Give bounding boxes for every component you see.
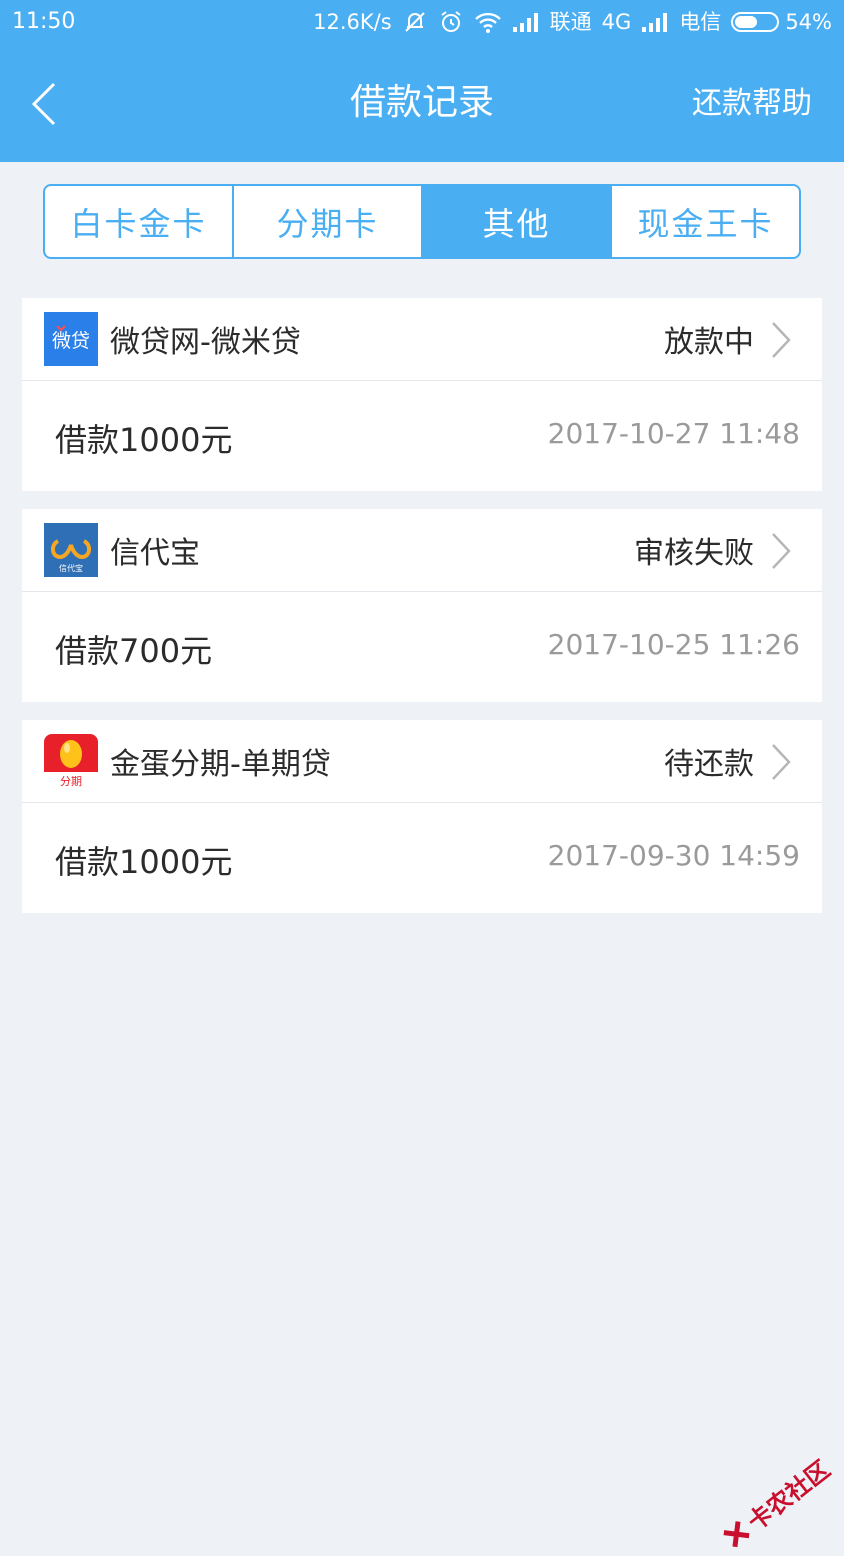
loan-status: 审核失败 [634, 536, 754, 571]
xindaibao-logo: 信代宝 [44, 523, 98, 577]
tab-baika-jinka[interactable]: 白卡金卡 [45, 186, 234, 257]
svg-text:分期: 分期 [60, 775, 82, 788]
watermark-text: 卡农社区 [742, 1455, 836, 1537]
loan-card[interactable]: 分期 金蛋分期-单期贷 待还款 借款1000元 2017-09-30 14:59 [22, 720, 822, 913]
network-speed: 12.6K/s [313, 10, 392, 34]
loan-card[interactable]: 微贷 微贷网-微米贷 放款中 借款1000元 2017-10-27 11:48 [22, 298, 822, 491]
loan-card-header: 信代宝 信代宝 审核失败 [22, 509, 822, 592]
repayment-help-link[interactable]: 还款帮助 [692, 82, 812, 126]
loan-card-body: 借款1000元 2017-09-30 14:59 [22, 803, 822, 913]
carrier-1: 联通 [549, 10, 592, 34]
loan-card[interactable]: 信代宝 信代宝 审核失败 借款700元 2017-10-25 11:26 [22, 509, 822, 702]
loan-card-body: 借款1000元 2017-10-27 11:48 [22, 381, 822, 491]
loan-card-header: 微贷 微贷网-微米贷 放款中 [22, 298, 822, 381]
lender-name: 金蛋分期-单期贷 [110, 747, 331, 782]
lender-name: 信代宝 [110, 536, 200, 571]
loan-date: 2017-10-25 11:26 [547, 628, 800, 661]
carrier-2: 电信 [679, 10, 722, 34]
category-tabs: 白卡金卡 分期卡 其他 现金王卡 [43, 184, 801, 259]
loan-date: 2017-09-30 14:59 [547, 839, 800, 872]
wifi-icon [474, 10, 502, 34]
tab-qita[interactable]: 其他 [423, 186, 612, 257]
app-header: 借款记录 还款帮助 [0, 46, 844, 162]
loan-amount: 借款1000元 [55, 421, 233, 459]
battery-fill [735, 16, 757, 28]
status-time: 11:50 [12, 9, 76, 34]
loan-list: 微贷 微贷网-微米贷 放款中 借款1000元 2017-10-27 11:48 … [22, 298, 822, 931]
alarm-icon [438, 9, 464, 35]
tab-fenqi-ka[interactable]: 分期卡 [234, 186, 423, 257]
status-bar: 11:50 12.6K/s 联通 4G 电信 54% [0, 0, 844, 46]
loan-card-header: 分期 金蛋分期-单期贷 待还款 [22, 720, 822, 803]
loan-date: 2017-10-27 11:48 [547, 417, 800, 450]
signal-icon [641, 11, 669, 33]
watermark: 卡农社区 [715, 1450, 836, 1555]
battery-icon [731, 12, 780, 32]
loan-amount: 借款1000元 [55, 843, 233, 881]
loan-card-body: 借款700元 2017-10-25 11:26 [22, 592, 822, 702]
chevron-right-icon [772, 533, 791, 569]
loan-status: 待还款 [664, 747, 754, 782]
battery-indicator: 54% [731, 8, 832, 36]
lender-name: 微贷网-微米贷 [110, 325, 301, 360]
tab-xianjin-wangka[interactable]: 现金王卡 [612, 186, 799, 257]
loan-amount: 借款700元 [55, 632, 213, 670]
network-type: 4G [601, 10, 632, 34]
svg-text:信代宝: 信代宝 [59, 563, 83, 573]
weidai-logo: 微贷 [44, 312, 98, 366]
chevron-right-icon [772, 322, 791, 358]
chevron-right-icon [772, 744, 791, 780]
signal-icon [512, 11, 540, 33]
jindan-logo: 分期 [44, 734, 98, 788]
top-bar: 11:50 12.6K/s 联通 4G 电信 54% 借款记录 还款帮助 [0, 0, 844, 162]
battery-percent: 54% [785, 10, 832, 34]
mute-icon [402, 9, 428, 35]
loan-status: 放款中 [664, 325, 754, 360]
status-indicators: 12.6K/s 联通 4G 电信 54% [313, 8, 832, 36]
svg-text:微贷: 微贷 [52, 330, 90, 352]
